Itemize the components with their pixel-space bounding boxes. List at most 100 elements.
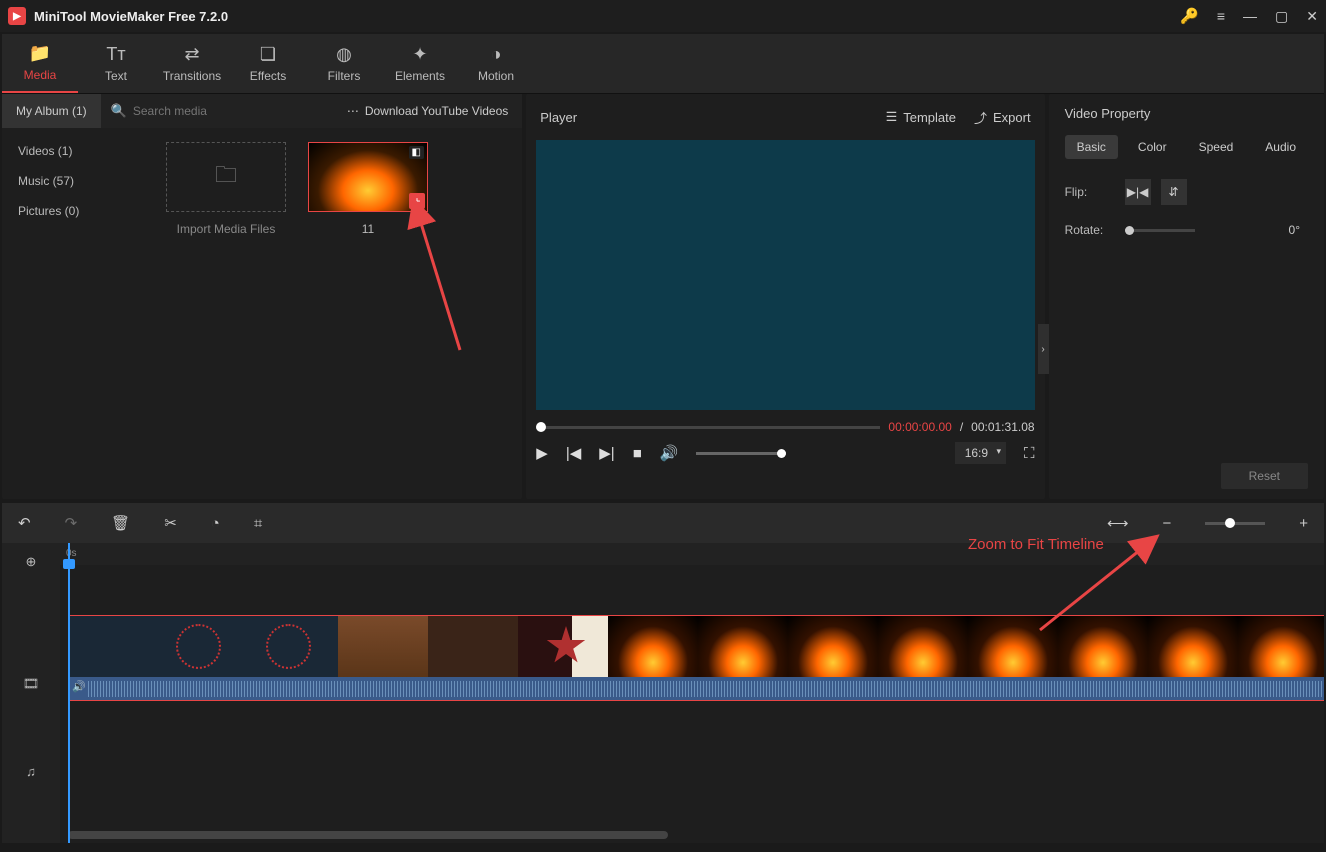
flip-vertical-button[interactable]: ⇵ — [1161, 179, 1187, 205]
zoom-handle[interactable] — [1225, 518, 1235, 528]
clip-frame — [968, 616, 1058, 678]
media-panel: My Album (1) 🔍 ⋯ Download YouTube Videos… — [2, 94, 522, 499]
tab-motion[interactable]: ◑Motion — [458, 34, 534, 93]
properties-title: Video Property — [1065, 106, 1308, 121]
sidebar-item-music[interactable]: Music (57) — [2, 166, 152, 196]
media-clip-thumb[interactable]: ◧ + — [308, 142, 428, 212]
audio-strip[interactable]: 🔊 — [68, 677, 1324, 701]
effects-icon: ❏ — [260, 44, 276, 65]
video-clip[interactable] — [68, 615, 1324, 677]
media-sidebar: Videos (1) Music (57) Pictures (0) — [2, 128, 152, 499]
menu-icon[interactable]: ≡ — [1217, 8, 1225, 24]
tab-elements[interactable]: ✦Elements — [382, 34, 458, 93]
video-track[interactable]: 🔊 — [60, 615, 1324, 709]
player-panel: Player ☰Template ⤴Export 00:00:00.00 / 0… — [526, 94, 1044, 499]
prev-frame-button[interactable]: |◀ — [566, 444, 581, 462]
time-separator: / — [960, 420, 963, 434]
import-media-button[interactable]: 🗀 — [166, 142, 286, 212]
tab-filters[interactable]: ◍Filters — [306, 34, 382, 93]
clip-frame — [608, 616, 698, 678]
main-toolbar: 📁Media TᴛText ⇄Transitions ❏Effects ◍Fil… — [2, 34, 1324, 94]
import-label: Import Media Files — [166, 222, 286, 236]
elements-icon: ✦ — [412, 44, 427, 65]
volume-slider[interactable] — [696, 452, 786, 455]
rotate-handle[interactable] — [1125, 226, 1134, 235]
clip-frame — [1238, 616, 1324, 678]
folder-icon: 📁 — [29, 43, 51, 64]
time-total: 00:01:31.08 — [971, 420, 1034, 434]
clip-frame — [248, 616, 338, 678]
tab-transitions[interactable]: ⇄Transitions — [154, 34, 230, 93]
add-track-button[interactable]: ⊕ — [2, 543, 60, 581]
zoom-slider[interactable] — [1205, 522, 1265, 525]
app-title: MiniTool MovieMaker Free 7.2.0 — [34, 9, 1180, 24]
sidebar-item-videos[interactable]: Videos (1) — [2, 136, 152, 166]
tab-media[interactable]: 📁Media — [2, 34, 78, 93]
export-button[interactable]: ⤴Export — [974, 108, 1031, 127]
music-track[interactable] — [60, 709, 1324, 789]
minimize-button[interactable]: — — [1243, 8, 1257, 24]
clip-frame — [698, 616, 788, 678]
speaker-icon: 🔊 — [72, 680, 86, 693]
cloud-download-icon: ⋯ — [347, 104, 359, 118]
search-icon: 🔍 — [111, 103, 127, 119]
crop-button[interactable]: ⌗ — [254, 515, 262, 532]
prop-tab-audio[interactable]: Audio — [1253, 135, 1308, 159]
rotate-label: Rotate: — [1065, 223, 1125, 237]
redo-button[interactable]: ↷ — [65, 514, 78, 532]
app-logo-icon: ▶ — [8, 7, 26, 25]
volume-icon[interactable]: 🔊 — [660, 444, 679, 462]
template-button[interactable]: ☰Template — [886, 109, 956, 125]
download-youtube-link[interactable]: ⋯ Download YouTube Videos — [333, 104, 522, 118]
key-icon[interactable]: 🔑 — [1180, 7, 1199, 25]
flip-label: Flip: — [1065, 185, 1125, 199]
timeline: ⊕ 🎞 ♫ 0s — [2, 543, 1324, 843]
tab-effects[interactable]: ❏Effects — [230, 34, 306, 93]
zoom-fit-button[interactable]: ⟷ — [1107, 514, 1129, 532]
play-button[interactable]: ▶ — [536, 444, 548, 462]
music-track-icon[interactable]: ♫ — [2, 731, 60, 811]
album-tab[interactable]: My Album (1) — [2, 94, 101, 128]
next-frame-button[interactable]: ▶| — [599, 444, 614, 462]
clip-frame — [68, 616, 158, 678]
zoom-in-button[interactable]: + — [1299, 515, 1308, 532]
video-track-icon[interactable]: 🎞 — [2, 637, 60, 731]
rotate-slider[interactable] — [1125, 229, 1195, 232]
aspect-ratio-select[interactable]: 16:9 — [955, 442, 1006, 464]
add-to-timeline-button[interactable]: + — [409, 193, 425, 209]
prop-tab-basic[interactable]: Basic — [1065, 135, 1118, 159]
speed-button[interactable]: ◔ — [211, 515, 220, 532]
horizontal-scrollbar[interactable] — [68, 831, 668, 839]
fullscreen-button[interactable]: ⛶ — [1024, 445, 1035, 462]
filters-icon: ◍ — [336, 44, 352, 65]
zoom-out-button[interactable]: − — [1162, 515, 1171, 532]
search-input[interactable] — [133, 104, 288, 118]
preview-area[interactable] — [536, 140, 1034, 410]
clip-frame — [1148, 616, 1238, 678]
stop-button[interactable]: ■ — [633, 445, 642, 462]
motion-icon: ◑ — [491, 44, 502, 65]
close-button[interactable]: ✕ — [1306, 8, 1318, 25]
timeline-ruler[interactable]: 0s — [60, 543, 1324, 565]
undo-button[interactable]: ↶ — [18, 514, 31, 532]
delete-button[interactable]: 🗑 — [111, 514, 130, 532]
scrub-handle[interactable] — [536, 422, 546, 432]
collapse-handle[interactable]: › — [1038, 324, 1049, 374]
transitions-icon: ⇄ — [184, 44, 199, 65]
flip-horizontal-button[interactable]: ▶|◀ — [1125, 179, 1151, 205]
clip-frame — [338, 616, 428, 678]
playhead[interactable] — [68, 543, 70, 843]
export-icon: ⤴ — [974, 108, 987, 127]
prop-tab-speed[interactable]: Speed — [1187, 135, 1246, 159]
scrub-bar[interactable] — [536, 426, 880, 429]
prop-tab-color[interactable]: Color — [1126, 135, 1179, 159]
waveform — [88, 681, 1324, 697]
tab-text[interactable]: TᴛText — [78, 34, 154, 93]
clip-frame — [158, 616, 248, 678]
maximize-button[interactable]: ▢ — [1275, 8, 1288, 25]
volume-handle[interactable] — [777, 449, 786, 458]
properties-panel: › Video Property Basic Color Speed Audio… — [1049, 94, 1324, 499]
sidebar-item-pictures[interactable]: Pictures (0) — [2, 196, 152, 226]
reset-button[interactable]: Reset — [1221, 463, 1308, 489]
split-button[interactable]: ✂ — [164, 514, 177, 532]
